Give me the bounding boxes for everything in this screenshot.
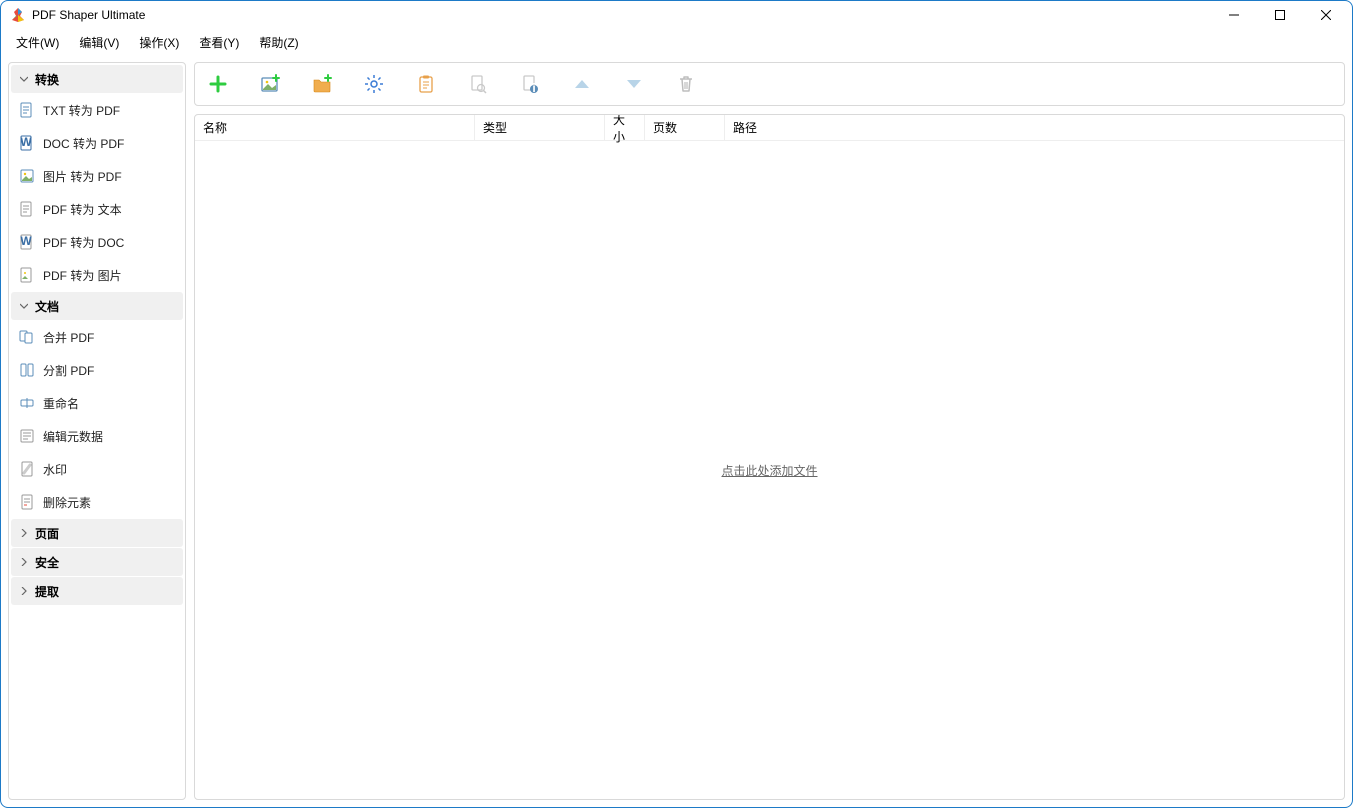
menu-view[interactable]: 查看(Y) (189, 32, 249, 53)
metadata-icon (19, 428, 35, 444)
menu-edit[interactable]: 编辑(V) (69, 32, 129, 53)
sidebar-section-extract[interactable]: 提取 (11, 577, 183, 605)
minimize-button[interactable] (1211, 0, 1257, 30)
sidebar-item-label: PDF 转为 DOC (43, 234, 124, 251)
sidebar-item-img-to-pdf[interactable]: 图片 转为 PDF (11, 160, 183, 192)
sidebar-item-label: PDF 转为 图片 (43, 267, 122, 284)
doc-file-icon: W (19, 135, 35, 151)
column-label: 类型 (483, 119, 507, 136)
sidebar-item-label: 删除元素 (43, 494, 91, 511)
sidebar-section-label: 转换 (35, 71, 59, 88)
sidebar-section-label: 提取 (35, 583, 59, 600)
chevron-right-icon (19, 586, 29, 596)
column-size[interactable]: 大小 (605, 115, 645, 140)
toolbar: i (194, 62, 1345, 106)
sidebar-item-label: 分割 PDF (43, 362, 94, 379)
close-button[interactable] (1303, 0, 1349, 30)
sidebar-item-label: 图片 转为 PDF (43, 168, 122, 185)
file-list-body[interactable]: 点击此处添加文件 (195, 141, 1344, 799)
sidebar-item-pdf-to-txt[interactable]: PDF 转为 文本 (11, 193, 183, 225)
column-label: 名称 (203, 119, 227, 136)
txt-file-icon (19, 102, 35, 118)
sidebar-item-metadata[interactable]: 编辑元数据 (11, 420, 183, 452)
move-down-button[interactable] (617, 67, 651, 101)
rename-icon (19, 395, 35, 411)
chevron-down-icon (19, 74, 29, 84)
column-label: 路径 (733, 119, 757, 136)
sidebar-item-label: DOC 转为 PDF (43, 135, 124, 152)
file-list-header: 名称 类型 大小 页数 路径 (195, 115, 1344, 141)
pdf-to-doc-icon: W (19, 234, 35, 250)
sidebar-item-label: 水印 (43, 461, 67, 478)
info-button[interactable]: i (513, 67, 547, 101)
app-icon (10, 7, 26, 23)
sidebar-item-rename[interactable]: 重命名 (11, 387, 183, 419)
app-title: PDF Shaper Ultimate (32, 8, 145, 22)
sidebar-item-label: TXT 转为 PDF (43, 102, 120, 119)
pdf-to-text-icon (19, 201, 35, 217)
menu-file[interactable]: 文件(W) (6, 32, 69, 53)
column-label: 大小 (613, 114, 636, 145)
sidebar-item-label: 重命名 (43, 395, 79, 412)
sidebar-item-doc-to-pdf[interactable]: W DOC 转为 PDF (11, 127, 183, 159)
chevron-right-icon (19, 557, 29, 567)
sidebar-section-security[interactable]: 安全 (11, 548, 183, 576)
sidebar-item-label: 编辑元数据 (43, 428, 103, 445)
sidebar-section-label: 页面 (35, 525, 59, 542)
svg-text:W: W (20, 135, 32, 149)
sidebar-item-txt-to-pdf[interactable]: TXT 转为 PDF (11, 94, 183, 126)
menu-help[interactable]: 帮助(Z) (249, 32, 308, 53)
image-file-icon (19, 168, 35, 184)
titlebar: PDF Shaper Ultimate (0, 0, 1353, 30)
column-name[interactable]: 名称 (195, 115, 475, 140)
column-label: 页数 (653, 119, 677, 136)
column-path[interactable]: 路径 (725, 115, 1344, 140)
preview-button[interactable] (461, 67, 495, 101)
delete-button[interactable] (669, 67, 703, 101)
column-type[interactable]: 类型 (475, 115, 605, 140)
sidebar-item-label: PDF 转为 文本 (43, 201, 122, 218)
settings-button[interactable] (357, 67, 391, 101)
sidebar-item-remove-elements[interactable]: 删除元素 (11, 486, 183, 518)
maximize-button[interactable] (1257, 0, 1303, 30)
add-image-button[interactable] (253, 67, 287, 101)
chevron-down-icon (19, 301, 29, 311)
sidebar-item-split[interactable]: 分割 PDF (11, 354, 183, 386)
sidebar-item-label: 合并 PDF (43, 329, 94, 346)
sidebar-item-pdf-to-img[interactable]: PDF 转为 图片 (11, 259, 183, 291)
merge-icon (19, 329, 35, 345)
clipboard-button[interactable] (409, 67, 443, 101)
svg-text:W: W (20, 234, 32, 248)
chevron-right-icon (19, 528, 29, 538)
empty-add-files-link[interactable]: 点击此处添加文件 (721, 462, 817, 479)
sidebar-item-merge[interactable]: 合并 PDF (11, 321, 183, 353)
sidebar-section-label: 文档 (35, 298, 59, 315)
sidebar-item-watermark[interactable]: 水印 (11, 453, 183, 485)
sidebar: 转换 TXT 转为 PDF W DOC 转为 PDF 图片 转为 PDF PDF… (8, 62, 186, 800)
remove-elements-icon (19, 494, 35, 510)
move-up-button[interactable] (565, 67, 599, 101)
column-pages[interactable]: 页数 (645, 115, 725, 140)
menubar: 文件(W) 编辑(V) 操作(X) 查看(Y) 帮助(Z) (0, 30, 1353, 54)
sidebar-section-label: 安全 (35, 554, 59, 571)
add-folder-button[interactable] (305, 67, 339, 101)
svg-text:i: i (532, 81, 535, 94)
sidebar-section-pages[interactable]: 页面 (11, 519, 183, 547)
watermark-icon (19, 461, 35, 477)
split-icon (19, 362, 35, 378)
sidebar-section-document[interactable]: 文档 (11, 292, 183, 320)
file-list: 名称 类型 大小 页数 路径 点击此处添加文件 (194, 114, 1345, 800)
sidebar-item-pdf-to-doc[interactable]: W PDF 转为 DOC (11, 226, 183, 258)
sidebar-section-convert[interactable]: 转换 (11, 65, 183, 93)
pdf-to-image-icon (19, 267, 35, 283)
menu-action[interactable]: 操作(X) (129, 32, 189, 53)
add-file-button[interactable] (201, 67, 235, 101)
